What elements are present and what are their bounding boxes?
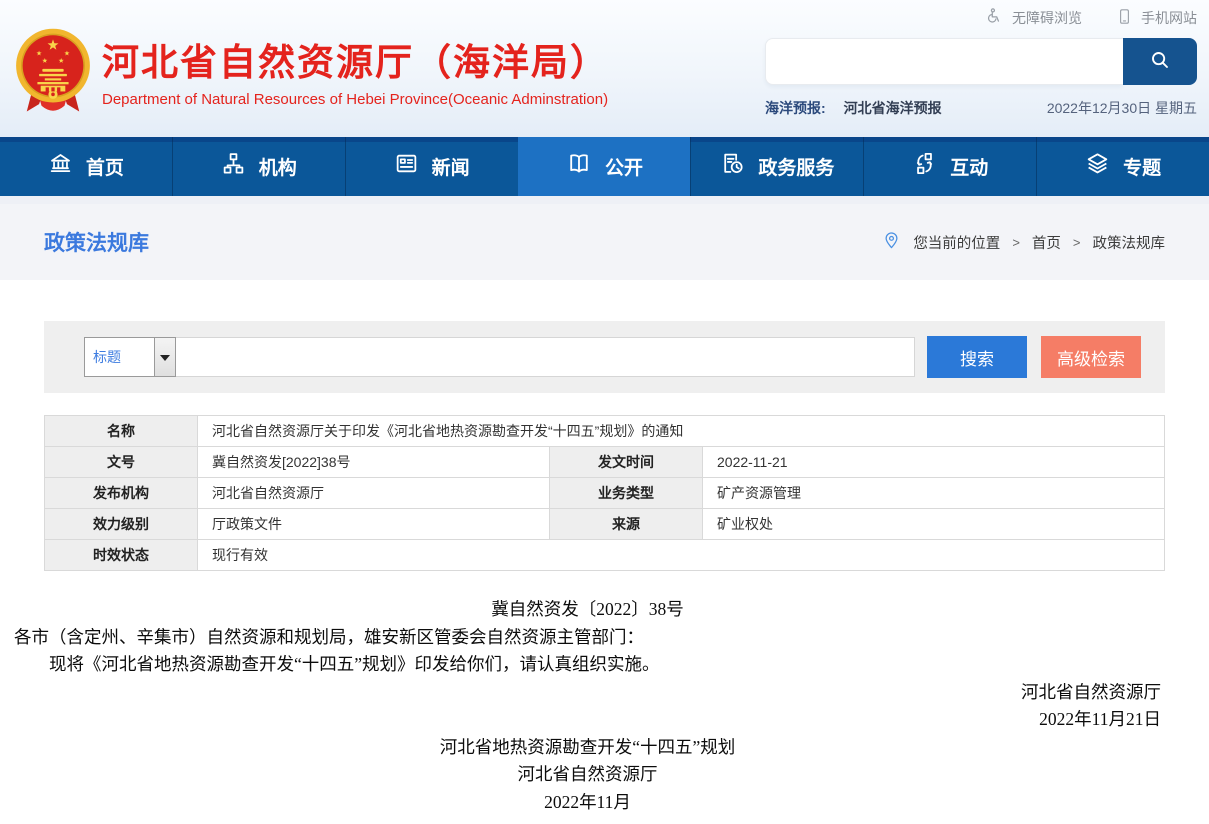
home-icon bbox=[48, 151, 73, 182]
attachment-author: 河北省自然资源厅 bbox=[14, 761, 1161, 789]
breadcrumb-separator: > bbox=[1073, 235, 1081, 250]
document-sign-date: 2022年11月21日 bbox=[14, 706, 1161, 734]
nav-item-news[interactable]: 新闻 bbox=[345, 137, 518, 196]
org-chart-icon bbox=[221, 151, 246, 182]
news-icon bbox=[394, 151, 419, 182]
table-row: 效力级别 厅政策文件 来源 矿业权处 bbox=[45, 509, 1165, 540]
accessibility-label: 无障碍浏览 bbox=[1012, 8, 1082, 28]
table-row: 名称 河北省自然资源厅关于印发《河北省地热资源勘查开发“十四五”规划》的通知 bbox=[45, 416, 1165, 447]
document-number: 冀自然资发〔2022〕38号 bbox=[14, 596, 1161, 624]
table-row: 时效状态 现行有效 bbox=[45, 540, 1165, 571]
detail-value: 厅政策文件 bbox=[198, 509, 550, 540]
detail-label: 发文时间 bbox=[550, 447, 703, 478]
document-body: 冀自然资发〔2022〕38号 各市（含定州、辛集市）自然资源和规划局，雄安新区管… bbox=[14, 596, 1161, 816]
page-title: 政策法规库 bbox=[44, 227, 149, 257]
gov-service-icon bbox=[720, 151, 745, 182]
breadcrumb: 您当前的位置 > 首页 > 政策法规库 bbox=[882, 231, 1165, 254]
document-salutation: 各市（含定州、辛集市）自然资源和规划局，雄安新区管委会自然资源主管部门： bbox=[14, 624, 1161, 652]
document-detail-table: 名称 河北省自然资源厅关于印发《河北省地热资源勘查开发“十四五”规划》的通知 文… bbox=[44, 415, 1165, 571]
brand-home-link[interactable]: 河北省自然资源厅（海洋局） Department of Natural Reso… bbox=[12, 0, 609, 137]
field-type-select[interactable]: 标题 bbox=[84, 337, 176, 377]
detail-value: 现行有效 bbox=[198, 540, 1165, 571]
detail-value: 2022-11-21 bbox=[703, 447, 1165, 478]
national-emblem-icon bbox=[12, 27, 94, 124]
detail-value: 河北省自然资源厅关于印发《河北省地热资源勘查开发“十四五”规划》的通知 bbox=[198, 416, 1165, 447]
detail-label: 文号 bbox=[45, 447, 198, 478]
chevron-down-icon bbox=[154, 338, 175, 376]
nav-label: 新闻 bbox=[432, 153, 470, 180]
layers-icon bbox=[1085, 151, 1110, 182]
header-search-input[interactable] bbox=[765, 38, 1123, 85]
detail-value: 矿业权处 bbox=[703, 509, 1165, 540]
detail-value: 冀自然资发[2022]38号 bbox=[198, 447, 550, 478]
nav-item-interact[interactable]: 互动 bbox=[863, 137, 1036, 196]
table-row: 文号 冀自然资发[2022]38号 发文时间 2022-11-21 bbox=[45, 447, 1165, 478]
policy-search-input[interactable] bbox=[176, 337, 915, 377]
current-date: 2022年12月30日 星期五 bbox=[1047, 98, 1197, 118]
nav-item-public[interactable]: 公开 bbox=[518, 137, 691, 196]
nav-label: 互动 bbox=[950, 153, 988, 180]
interact-icon bbox=[912, 151, 937, 182]
detail-value: 矿产资源管理 bbox=[703, 478, 1165, 509]
document-signer: 河北省自然资源厅 bbox=[14, 679, 1161, 707]
top-links: 无障碍浏览 手机网站 bbox=[765, 6, 1197, 30]
nav-item-org[interactable]: 机构 bbox=[172, 137, 345, 196]
detail-label: 名称 bbox=[45, 416, 198, 447]
detail-value: 河北省自然资源厅 bbox=[198, 478, 550, 509]
forecast-label: 海洋预报: bbox=[765, 98, 826, 118]
nav-item-home[interactable]: 首页 bbox=[0, 137, 172, 196]
field-type-selected-option: 标题 bbox=[85, 347, 154, 367]
document-text: 现将《河北省地热资源勘查开发“十四五”规划》印发给你们，请认真组织实施。 bbox=[14, 651, 1161, 679]
brand-text: 河北省自然资源厅（海洋局） Department of Natural Reso… bbox=[102, 43, 609, 109]
breadcrumb-separator: > bbox=[1012, 235, 1020, 250]
nav-label: 机构 bbox=[259, 153, 297, 180]
detail-label: 时效状态 bbox=[45, 540, 198, 571]
site-title: 河北省自然资源厅（海洋局） bbox=[102, 43, 609, 84]
open-book-icon bbox=[566, 151, 592, 183]
mobile-site-label: 手机网站 bbox=[1141, 8, 1197, 28]
section-band: 政策法规库 您当前的位置 > 首页 > 政策法规库 bbox=[0, 196, 1209, 280]
magnifier-icon bbox=[1148, 48, 1172, 75]
detail-label: 效力级别 bbox=[45, 509, 198, 540]
detail-label: 来源 bbox=[550, 509, 703, 540]
detail-label: 业务类型 bbox=[550, 478, 703, 509]
header-search bbox=[765, 38, 1197, 85]
advanced-search-button[interactable]: 高级检索 bbox=[1041, 336, 1141, 378]
mobile-site-link[interactable]: 手机网站 bbox=[1116, 7, 1197, 29]
main-nav: 首页 机构 新闻 bbox=[0, 137, 1209, 196]
site-subtitle: Department of Natural Resources of Hebei… bbox=[102, 91, 609, 108]
site-header: 河北省自然资源厅（海洋局） Department of Natural Reso… bbox=[0, 0, 1209, 137]
page: 河北省自然资源厅（海洋局） Department of Natural Reso… bbox=[0, 0, 1209, 824]
forecast-link[interactable]: 河北省海洋预报 bbox=[844, 98, 942, 118]
table-row: 发布机构 河北省自然资源厅 业务类型 矿产资源管理 bbox=[45, 478, 1165, 509]
nav-item-topics[interactable]: 专题 bbox=[1036, 137, 1209, 196]
phone-icon bbox=[1116, 7, 1133, 29]
header-search-button[interactable] bbox=[1123, 38, 1197, 85]
accessibility-icon bbox=[985, 7, 1004, 29]
forecast-row: 海洋预报: 河北省海洋预报 2022年12月30日 星期五 bbox=[765, 98, 1197, 118]
nav-label: 公开 bbox=[605, 153, 643, 180]
attachment-date: 2022年11月 bbox=[14, 789, 1161, 817]
breadcrumb-current-link[interactable]: 政策法规库 bbox=[1093, 232, 1166, 253]
breadcrumb-location-label: 您当前的位置 bbox=[913, 232, 1000, 253]
nav-label: 首页 bbox=[86, 153, 124, 180]
search-button[interactable]: 搜索 bbox=[927, 336, 1027, 378]
breadcrumb-home-link[interactable]: 首页 bbox=[1032, 232, 1061, 253]
header-right: 无障碍浏览 手机网站 bbox=[765, 0, 1197, 137]
main-content: 标题 搜索 高级检索 名称 河北省自然资源厅关于印发《河北省地热资源勘查开发“十… bbox=[44, 321, 1165, 571]
policy-search-form: 标题 搜索 高级检索 bbox=[44, 321, 1165, 393]
attachment-title: 河北省地热资源勘查开发“十四五”规划 bbox=[14, 734, 1161, 762]
location-pin-icon bbox=[882, 231, 901, 254]
nav-item-services[interactable]: 政务服务 bbox=[690, 137, 863, 196]
nav-label: 专题 bbox=[1123, 153, 1161, 180]
detail-label: 发布机构 bbox=[45, 478, 198, 509]
accessibility-link[interactable]: 无障碍浏览 bbox=[985, 7, 1082, 29]
nav-label: 政务服务 bbox=[758, 153, 834, 180]
